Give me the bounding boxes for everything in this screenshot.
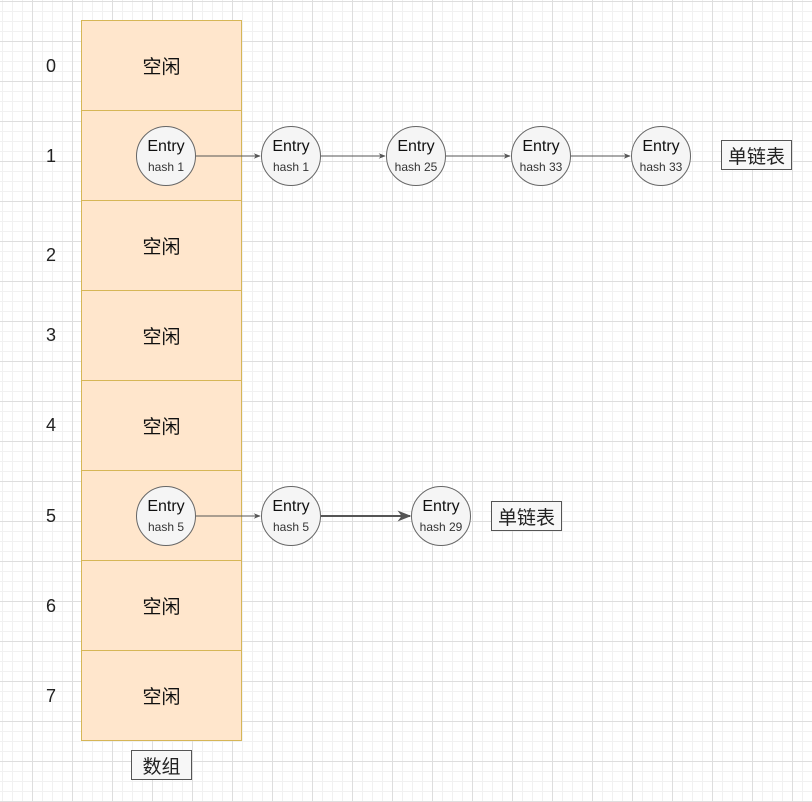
row-index-2: 2 <box>45 245 56 265</box>
entry-node[interactable]: Entry hash 25 <box>386 126 446 186</box>
entry-hash: hash 29 <box>419 520 463 534</box>
array-cell-2[interactable]: 空闲 <box>81 200 242 291</box>
entry-node[interactable]: Entry hash 5 <box>136 486 196 546</box>
row-index-0: 0 <box>45 56 56 76</box>
entry-hash: hash 5 <box>147 520 185 534</box>
entry-hash: hash 33 <box>519 160 563 174</box>
linked-list-caption[interactable]: 单链表 <box>721 140 792 170</box>
row-index-3: 3 <box>45 325 56 345</box>
row-index-1: 1 <box>45 146 56 166</box>
entry-hash: hash 1 <box>272 160 310 174</box>
entry-title: Entry <box>522 138 560 155</box>
entry-title: Entry <box>422 498 460 515</box>
row-index-4: 4 <box>45 415 56 435</box>
entry-node[interactable]: Entry hash 33 <box>511 126 571 186</box>
entry-node[interactable]: Entry hash 1 <box>261 126 321 186</box>
entry-hash: hash 1 <box>147 160 185 174</box>
entry-node[interactable]: Entry hash 1 <box>136 126 196 186</box>
array-cell-3[interactable]: 空闲 <box>81 290 242 381</box>
entry-title: Entry <box>642 138 680 155</box>
entry-title: Entry <box>272 138 310 155</box>
entry-hash: hash 25 <box>394 160 438 174</box>
entry-hash: hash 5 <box>272 520 310 534</box>
array-cell-7[interactable]: 空闲 <box>81 650 242 741</box>
entry-node[interactable]: Entry hash 29 <box>411 486 471 546</box>
entry-title: Entry <box>397 138 435 155</box>
array-cell-6[interactable]: 空闲 <box>81 560 242 651</box>
entry-title: Entry <box>147 138 185 155</box>
entry-title: Entry <box>272 498 310 515</box>
array-cell-0[interactable]: 空闲 <box>81 20 242 111</box>
row-index-5: 5 <box>45 506 56 526</box>
row-index-7: 7 <box>45 686 56 706</box>
row-index-6: 6 <box>45 596 56 616</box>
linked-list-caption[interactable]: 单链表 <box>491 501 562 531</box>
entry-hash: hash 33 <box>639 160 683 174</box>
entry-node[interactable]: Entry hash 33 <box>631 126 691 186</box>
entry-node[interactable]: Entry hash 5 <box>261 486 321 546</box>
entry-title: Entry <box>147 498 185 515</box>
array-cell-4[interactable]: 空闲 <box>81 380 242 471</box>
array-caption[interactable]: 数组 <box>131 750 192 780</box>
